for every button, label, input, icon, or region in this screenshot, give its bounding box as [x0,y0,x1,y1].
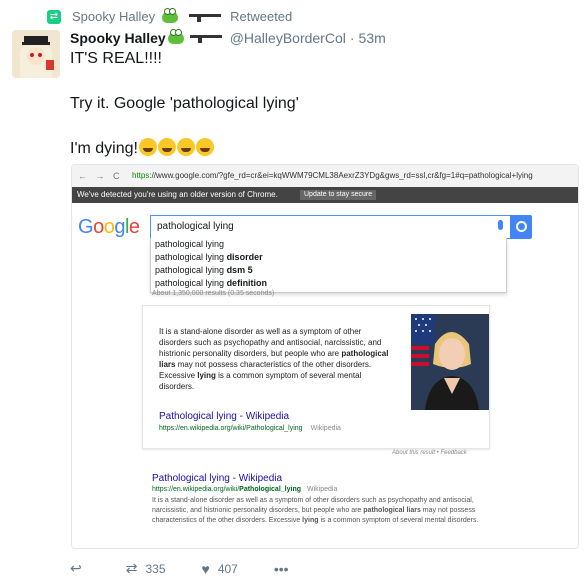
featured-snippet-card: It is a stand-alone disorder as well as … [142,305,490,449]
laughing-emoji-icon [157,138,176,156]
google-logo: Google [78,216,140,238]
retweet-icon: ⇄ [125,560,138,576]
more-dots-icon: ••• [273,560,289,577]
suggestion-item: pathological lying [155,239,225,249]
suggestion-item: pathological lying definition [155,278,268,288]
result-snippet: It is a stand-alone disorder as well as … [152,497,479,524]
tweet-age[interactable]: 53m [359,30,386,46]
feedback-link: About this result • Feedback [392,450,467,456]
featured-snippet-link: Pathological lying - Wikipedia [159,411,290,422]
result-url: https://en.wikipedia.org/wiki/Pathologic… [152,486,338,493]
gun-emoji-icon [189,33,222,43]
frog-emoji-icon [167,29,184,44]
featured-snippet-url: https://en.wikipedia.org/wiki/Pathologic… [159,425,341,432]
retweeter-name[interactable]: Spooky Halley [72,9,155,24]
tweet-line-3: I'm dying! [70,138,214,158]
author-handle[interactable]: @HalleyBorderCol [230,30,346,46]
autocomplete-dropdown: pathological lying pathological lying di… [150,238,507,293]
reply-icon: ↩ [70,560,82,576]
retweet-count: 335 [145,561,166,576]
tweet-line-1: IT'S REAL!!!! [70,50,162,67]
search-icon [510,215,532,239]
gun-emoji-icon [189,12,222,22]
suggestion-item: pathological lying dsm 5 [155,265,253,275]
like-button[interactable]: ♥ 407 [202,561,238,577]
laughing-emoji-icon [176,138,195,156]
browser-url: https://www.google.com/?gfe_rd=cr&ei=kqW… [132,171,533,180]
retweet-button[interactable]: ⇄ 335 [126,560,166,577]
retweeted-label: Retweeted [230,9,293,24]
microphone-icon [498,220,503,230]
featured-snippet-text: It is a stand-alone disorder as well as … [159,327,389,391]
chrome-update-banner: We've detected you're using an older ver… [72,187,578,203]
browser-address-bar: ← → C https://www.google.com/?gfe_rd=cr&… [72,165,578,188]
more-button[interactable]: ••• [274,561,297,577]
laughing-emoji-icon [195,138,214,156]
attached-screenshot[interactable]: ← → C https://www.google.com/?gfe_rd=cr&… [71,164,579,549]
retweet-icon: ⇄ [47,9,61,24]
frog-emoji-icon [162,7,179,23]
search-query-text: pathological lying [157,221,234,232]
chrome-warning-text: We've detected you're using an older ver… [77,190,278,199]
tweet-header: Spooky Halley @HalleyBorderCol · 53m [70,29,386,46]
like-count: 407 [217,561,238,576]
browser-nav-icons: ← → C [78,171,123,181]
heart-icon: ♥ [201,560,210,577]
results-count: About 1,350,000 results (0.35 seconds) [152,290,275,297]
retweet-banner: ⇄ Spooky Halley Retweeted [47,7,293,24]
tweet-line-2: Try it. Google 'pathological lying' [70,95,299,112]
tweet-line-3-text: I'm dying! [70,140,138,157]
reply-button[interactable]: ↩ [70,560,90,577]
separator-dot: · [349,30,355,46]
update-button: Update to stay secure [300,190,377,200]
avatar[interactable] [12,30,60,78]
google-search-input: pathological lying [150,215,512,239]
featured-photo [411,314,489,410]
author-name[interactable]: Spooky Halley [70,30,166,46]
laughing-emoji-icon [138,138,157,156]
tweet-actions: ↩ ⇄ 335 ♥ 407 ••• [70,560,333,577]
suggestion-item: pathological lying disorder [155,252,263,262]
result-title: Pathological lying - Wikipedia [152,473,283,484]
